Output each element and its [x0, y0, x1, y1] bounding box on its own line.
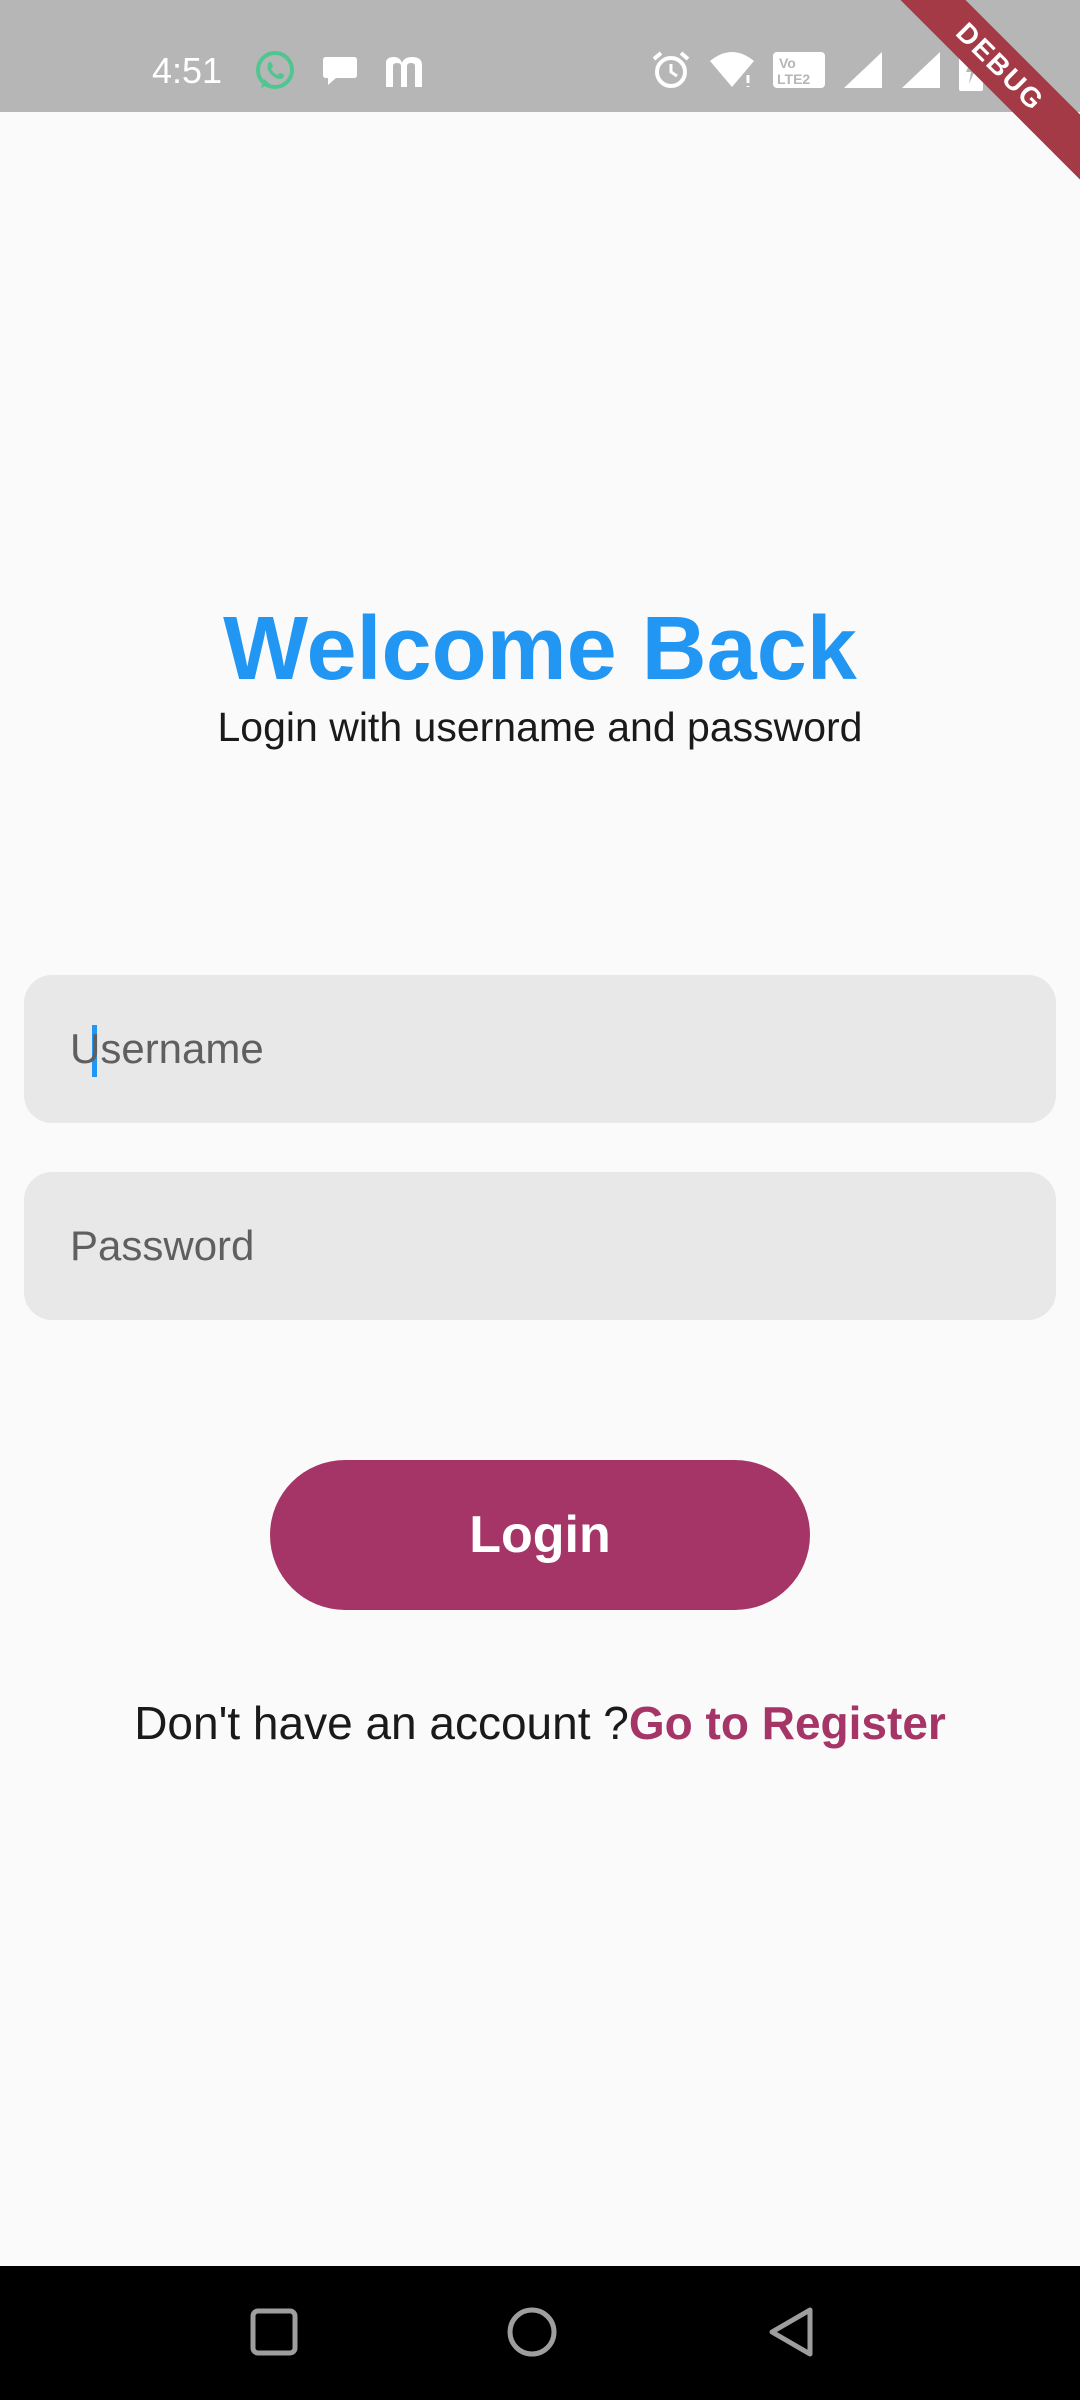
recents-icon[interactable]: [244, 2302, 304, 2362]
system-icons: Vo LTE2: [650, 48, 984, 92]
navigation-bar: [0, 2266, 1080, 2400]
wifi-icon: [710, 52, 754, 87]
page-subtitle: Login with username and password: [217, 704, 863, 750]
alarm-icon: [652, 51, 690, 88]
status-time: 4:51: [152, 50, 223, 91]
username-input[interactable]: [70, 975, 1020, 1123]
chat-icon: [323, 57, 357, 85]
svg-text:Vo: Vo: [779, 55, 796, 71]
page-title: Welcome Back: [223, 599, 857, 699]
whatsapp-icon: [256, 51, 294, 89]
m-app-icon: [386, 57, 422, 87]
password-field[interactable]: [24, 1172, 1056, 1320]
back-icon[interactable]: [762, 2302, 822, 2362]
svg-text:LTE2: LTE2: [777, 71, 810, 87]
password-input[interactable]: [70, 1172, 1020, 1320]
username-field[interactable]: [24, 975, 1056, 1123]
volte-icon: Vo LTE2: [773, 52, 825, 88]
login-button[interactable]: Login: [270, 1460, 810, 1610]
signal-icon-2: [902, 52, 940, 88]
notification-icons: [252, 48, 426, 94]
home-icon[interactable]: [502, 2302, 562, 2362]
go-to-register-link[interactable]: Go to Register: [629, 1697, 946, 1749]
register-prompt: Don't have an account ?: [134, 1697, 629, 1749]
register-row: Don't have an account ?Go to Register: [0, 1696, 1080, 1750]
signal-icon: [844, 52, 882, 88]
